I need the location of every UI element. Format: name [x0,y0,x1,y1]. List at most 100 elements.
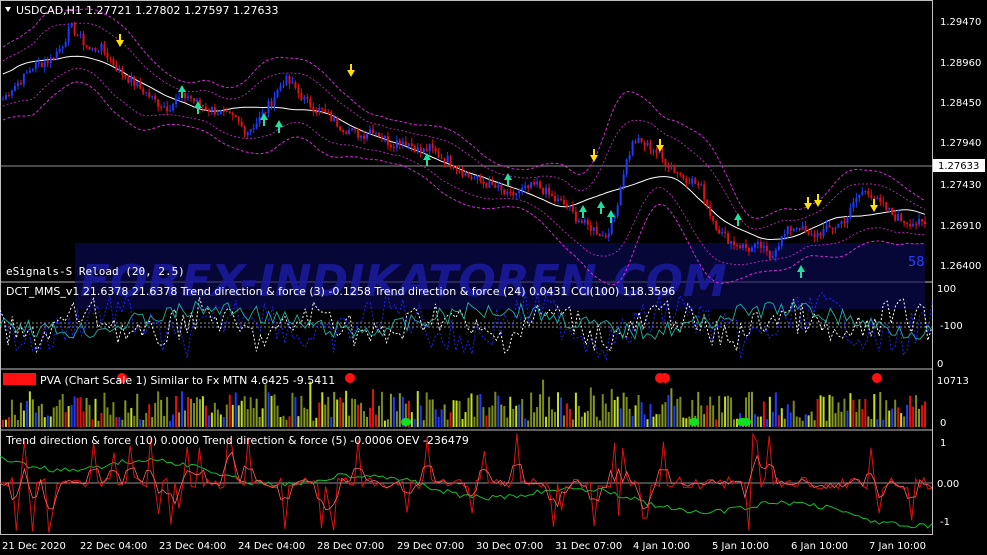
candle-body [837,223,840,228]
volume-bar [213,402,216,427]
candle-body [548,187,551,195]
volume-bar [512,408,515,427]
candle-body [739,245,742,248]
volume-bar [369,407,372,427]
time-tick: 21 Dec 2020 [2,541,66,552]
volume-bar [154,402,157,427]
candle-body [318,107,321,113]
candle-body [691,178,694,184]
volume-bar [488,407,491,427]
volume-bar [897,407,900,427]
sub3-tick: -1 [940,517,950,528]
volume-bar [536,407,539,427]
candle-body [852,202,855,208]
candle-body [422,148,425,153]
candle-body [246,131,249,136]
volume-bar [598,420,601,427]
volume-bar [840,411,843,427]
candle-body [709,205,712,216]
volume-bar [219,414,222,427]
candle-body [288,75,291,84]
candle-body [428,144,431,152]
volume-bar [363,411,366,427]
candle-body [795,227,798,229]
volume-bar [700,405,703,427]
pva-label-bg [3,373,36,385]
price-tick: 1.26910 [940,221,981,232]
candle-body [243,126,246,136]
candle-body [213,107,216,115]
volume-bar [628,408,631,427]
volume-bar [497,395,500,427]
volume-bar [724,396,727,427]
volume-bar [255,398,258,427]
candle-body [404,141,407,146]
time-tick: 7 Jan 10:00 [869,541,926,552]
volume-bar [557,392,559,427]
candle-body [133,76,136,86]
volume-bar [852,399,855,427]
time-tick: 5 Jan 10:00 [712,541,769,552]
volume-bar [768,396,771,427]
volume-bar [386,419,389,427]
volume-bar [861,409,864,427]
candle-body [601,235,604,237]
volume-bar [610,388,613,427]
volume-bar [79,397,82,427]
volume-bar [97,420,100,427]
volume-bar [616,396,619,427]
volume-bar [234,392,237,427]
volume-bar [530,392,533,427]
candle-body [870,194,873,198]
candle-body [670,167,673,169]
candle-body [366,133,369,139]
volume-bar [643,414,646,427]
volume-bar [279,416,282,427]
volume-bar [118,417,121,427]
volume-bar [786,404,789,427]
sub1-tick: -100 [940,321,963,332]
volume-bar [568,408,571,427]
volume-bar [91,419,94,427]
volume-bar [607,411,610,427]
volume-bar [640,402,643,427]
volume-bar [49,416,52,427]
candle-body [706,199,709,206]
candle-body [527,185,530,188]
volume-bar [583,412,586,427]
volume-bar [372,389,374,427]
candle-body [682,174,685,179]
volume-bar [527,420,530,427]
green-dot-icon [741,418,751,426]
candle-body [37,62,40,64]
sell-arrow-icon [870,199,878,212]
dropdown-triangle-icon[interactable] [5,7,11,12]
candle-body [807,232,810,235]
volume-bar [921,405,924,427]
volume-bar [574,392,577,427]
candle-body [82,33,85,46]
candle-body [562,200,565,205]
volume-bar [291,392,294,427]
volume-bar [491,405,494,427]
candle-body [855,197,858,203]
trading-chart[interactable]: FOREX-INDIKATOREN.COM USDCAD,H1 1.27721 … [0,0,987,555]
price-tick: 1.27430 [940,180,981,191]
candle-body [885,202,888,210]
candle-body [491,181,494,185]
volume-bar [777,415,780,427]
volume-bar [210,412,213,427]
time-tick: 24 Dec 04:00 [238,541,305,552]
volume-bar [864,398,867,427]
volume-bar [85,398,88,427]
candle-body [586,220,589,225]
candle-body [619,186,622,206]
volume-bar [792,400,795,427]
volume-bar [473,416,476,427]
candle-body [395,140,398,148]
volume-bar [34,412,37,427]
volume-bar [19,402,22,427]
candle-body [172,104,175,111]
candle-body [13,85,16,91]
candle-body [413,145,416,153]
